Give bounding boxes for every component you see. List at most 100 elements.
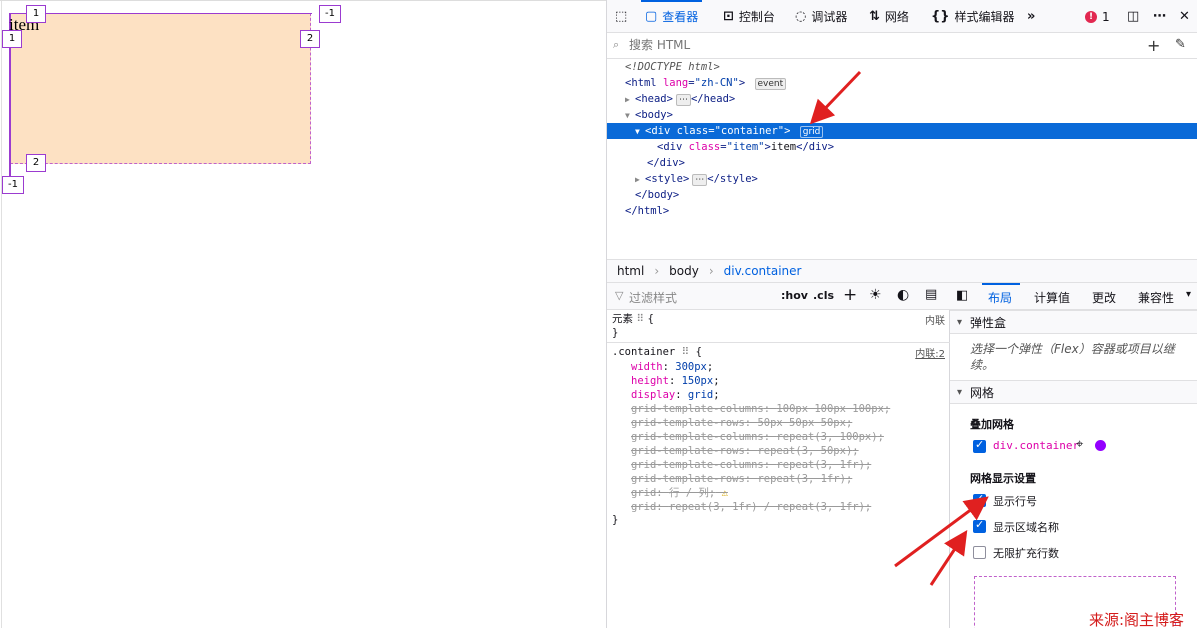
- css-declaration[interactable]: display: grid;: [631, 388, 720, 402]
- flexbox-section-header[interactable]: 弹性盒: [950, 310, 1197, 335]
- css-declaration[interactable]: grid: 行 / 列; ⚠: [631, 486, 728, 500]
- css-declaration[interactable]: grid-template-rows: repeat(3, 50px);: [631, 444, 859, 458]
- grid-badge[interactable]: grid: [799, 126, 824, 138]
- dark-theme-icon[interactable]: ◐: [897, 287, 909, 303]
- css-property[interactable]: grid: [631, 501, 656, 513]
- show-area-names-checkbox[interactable]: [973, 518, 986, 533]
- css-value[interactable]: repeat(3, 50px): [757, 445, 852, 457]
- filter-styles-input[interactable]: 过滤样式: [629, 289, 677, 306]
- collapsed-ellipsis-badge[interactable]: ⋯: [675, 94, 691, 106]
- tree-div-close[interactable]: </div>: [607, 155, 1197, 171]
- css-property[interactable]: grid-template-rows: [631, 445, 745, 457]
- add-node-icon[interactable]: +: [1147, 36, 1160, 55]
- close-icon: ✕: [1179, 9, 1190, 24]
- css-value[interactable]: 50px 50px 50px: [757, 417, 846, 429]
- css-value[interactable]: grid: [688, 389, 713, 401]
- search-input[interactable]: [629, 38, 1129, 52]
- cls-button[interactable]: .cls: [813, 289, 834, 302]
- css-value[interactable]: repeat(3, 100px): [776, 431, 877, 443]
- tab-computed[interactable]: 计算值: [1034, 289, 1070, 306]
- css-value[interactable]: repeat(3, 1fr): [776, 459, 865, 471]
- collapse-arrow-icon[interactable]: ▼: [625, 108, 635, 124]
- tab-layout[interactable]: 布局: [988, 289, 1012, 306]
- warning-icon[interactable]: ⚠: [715, 487, 728, 499]
- css-declaration[interactable]: grid-template-rows: repeat(3, 1fr);: [631, 472, 852, 486]
- tab-style-editor[interactable]: {} 样式编辑器: [931, 0, 1015, 33]
- add-rule-icon[interactable]: +: [843, 285, 857, 305]
- toggle-sidebar-icon[interactable]: ◧: [956, 288, 968, 303]
- breadcrumb-html[interactable]: html: [617, 264, 644, 278]
- css-declaration[interactable]: grid-template-rows: 50px 50px 50px;: [631, 416, 852, 430]
- css-declaration[interactable]: grid-template-columns: repeat(3, 1fr);: [631, 458, 871, 472]
- css-property[interactable]: height: [631, 375, 669, 387]
- css-property[interactable]: grid-template-columns: [631, 403, 764, 415]
- item-class-value: "item": [726, 141, 765, 153]
- breadcrumb-div-container[interactable]: div.container: [724, 264, 802, 278]
- tree-body[interactable]: ▼ <body>: [607, 107, 1197, 123]
- show-line-numbers-checkbox[interactable]: [973, 492, 986, 507]
- target-node-icon[interactable]: ⌖: [1076, 437, 1083, 452]
- overlay-color-swatch[interactable]: [1095, 440, 1106, 451]
- css-property[interactable]: grid: [631, 487, 656, 499]
- error-count: 1: [1102, 9, 1110, 24]
- css-declaration[interactable]: grid: repeat(3, 1fr) / repeat(3, 1fr);: [631, 500, 871, 514]
- hov-button[interactable]: :hov: [781, 289, 808, 302]
- search-row: ⌕ + ✎: [607, 33, 1197, 59]
- tree-head[interactable]: ▶ <head> ⋯ </head>: [607, 91, 1197, 107]
- tree-html[interactable]: <html lang="zh-CN"> event: [607, 75, 1197, 91]
- pick-element-button[interactable]: ⬚: [615, 0, 627, 33]
- css-value[interactable]: repeat(3, 1fr) / repeat(3, 1fr): [669, 501, 865, 513]
- tab-console[interactable]: ⊡ 控制台: [723, 0, 775, 33]
- extend-lines-checkbox[interactable]: [973, 546, 986, 559]
- tab-inspector[interactable]: ▢ 查看器: [640, 0, 703, 33]
- css-declaration[interactable]: grid-template-columns: 100px 100px 100px…: [631, 402, 890, 416]
- css-declaration[interactable]: grid-template-columns: repeat(3, 100px);: [631, 430, 884, 444]
- tree-style[interactable]: ▶ <style> ⋯ </style>: [607, 171, 1197, 187]
- tree-body-close[interactable]: </body>: [607, 187, 1197, 203]
- tab-debugger[interactable]: ◌ 调试器: [795, 0, 847, 33]
- tab-compatibility[interactable]: 兼容性: [1138, 289, 1174, 306]
- light-theme-icon[interactable]: ☀: [869, 287, 882, 303]
- css-property[interactable]: width: [631, 361, 663, 373]
- chevron-down-icon[interactable]: ▾: [1186, 289, 1191, 300]
- overlay-grid-checkbox[interactable]: [973, 438, 986, 453]
- css-declaration[interactable]: height: 150px;: [631, 374, 720, 388]
- print-media-icon[interactable]: ▤: [925, 287, 937, 302]
- collapse-arrow-icon[interactable]: ▼: [635, 124, 645, 140]
- css-value[interactable]: 300px: [675, 361, 707, 373]
- element-rule-source[interactable]: 内联: [925, 312, 945, 327]
- grid-highlight-icon[interactable]: ⠿: [682, 346, 690, 358]
- console-icon: ⊡: [723, 9, 734, 24]
- css-value[interactable]: 100px 100px 100px: [776, 403, 883, 415]
- eyedropper-icon[interactable]: ✎: [1175, 37, 1186, 52]
- css-property[interactable]: grid-template-rows: [631, 417, 745, 429]
- grid-section-header[interactable]: 网格: [950, 380, 1197, 405]
- error-badge[interactable]: ! 1: [1085, 0, 1110, 33]
- css-declaration[interactable]: width: 300px;: [631, 360, 713, 374]
- collapsed-ellipsis-badge[interactable]: ⋯: [692, 174, 708, 186]
- tab-network[interactable]: ⇅ 网络: [869, 0, 909, 33]
- breadcrumb-body[interactable]: body: [669, 264, 699, 278]
- grid-highlight-icon[interactable]: ⠿: [636, 313, 644, 325]
- event-badge[interactable]: event: [754, 78, 787, 90]
- container-rule-source[interactable]: 内联:2: [915, 345, 945, 360]
- tree-div-item[interactable]: <div class="item">item</div>: [607, 139, 1197, 155]
- css-value[interactable]: 行 / 列: [669, 487, 709, 499]
- tree-doctype[interactable]: <!DOCTYPE html>: [607, 59, 1197, 75]
- tree-html-close[interactable]: </html>: [607, 203, 1197, 219]
- more-dots-icon: ⋯: [1153, 9, 1166, 24]
- tree-div-container[interactable]: ▼ <div class="container"> grid: [607, 123, 1197, 139]
- css-property[interactable]: display: [631, 389, 675, 401]
- more-tools-button[interactable]: »: [1027, 0, 1035, 33]
- css-value[interactable]: repeat(3, 1fr): [757, 473, 846, 485]
- close-button[interactable]: ✕: [1179, 0, 1190, 33]
- css-property[interactable]: grid-template-columns: [631, 431, 764, 443]
- expand-arrow-icon[interactable]: ▶: [625, 92, 635, 108]
- css-property[interactable]: grid-template-columns: [631, 459, 764, 471]
- menu-button[interactable]: ⋯: [1153, 0, 1166, 33]
- css-value[interactable]: 150px: [682, 375, 714, 387]
- css-property[interactable]: grid-template-rows: [631, 473, 745, 485]
- expand-arrow-icon[interactable]: ▶: [635, 172, 645, 188]
- tab-changes[interactable]: 更改: [1092, 289, 1116, 306]
- dock-button[interactable]: ◫: [1127, 0, 1139, 33]
